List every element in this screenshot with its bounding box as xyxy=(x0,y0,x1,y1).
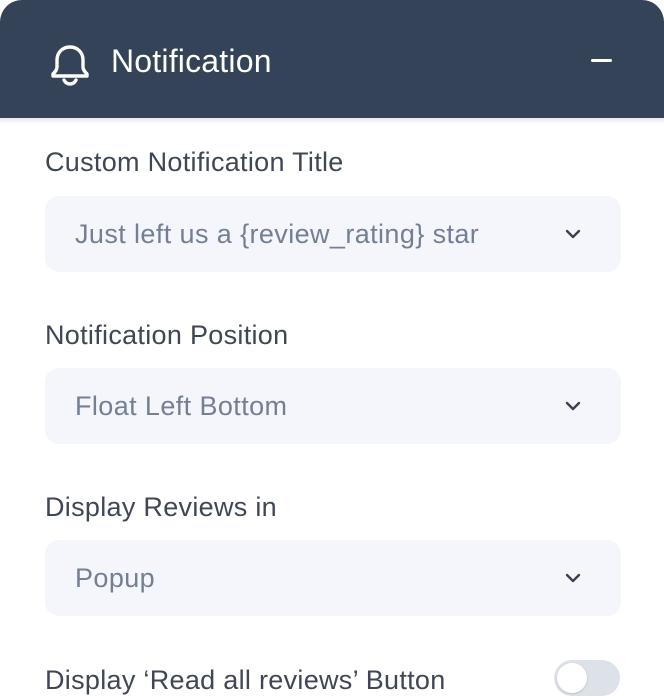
chevron-down-icon xyxy=(565,573,581,583)
display-in-value: Popup xyxy=(75,563,156,593)
read-all-button-label: Display ‘Read all reviews’ Button xyxy=(45,665,446,695)
notification-panel: Notification Custom Notification Title J… xyxy=(0,0,664,696)
bell-icon xyxy=(51,45,89,86)
header-divider xyxy=(0,118,664,124)
custom-title-value: Just left us a {review_rating} star xyxy=(75,219,480,249)
display-in-select[interactable]: Popup xyxy=(45,540,621,616)
panel-header[interactable]: Notification xyxy=(0,0,664,118)
position-select[interactable]: Float Left Bottom xyxy=(45,368,621,444)
custom-title-label: Custom Notification Title xyxy=(45,147,344,177)
custom-title-select[interactable]: Just left us a {review_rating} star xyxy=(45,196,621,272)
toggle-knob xyxy=(557,663,587,693)
read-all-button-toggle[interactable] xyxy=(554,660,620,696)
position-label: Notification Position xyxy=(45,320,289,350)
minus-icon xyxy=(591,59,612,62)
collapse-button[interactable] xyxy=(580,38,624,82)
position-value: Float Left Bottom xyxy=(75,391,288,421)
panel-title: Notification xyxy=(111,43,272,79)
chevron-down-icon xyxy=(565,229,581,239)
chevron-down-icon xyxy=(565,401,581,411)
display-in-label: Display Reviews in xyxy=(45,492,277,522)
